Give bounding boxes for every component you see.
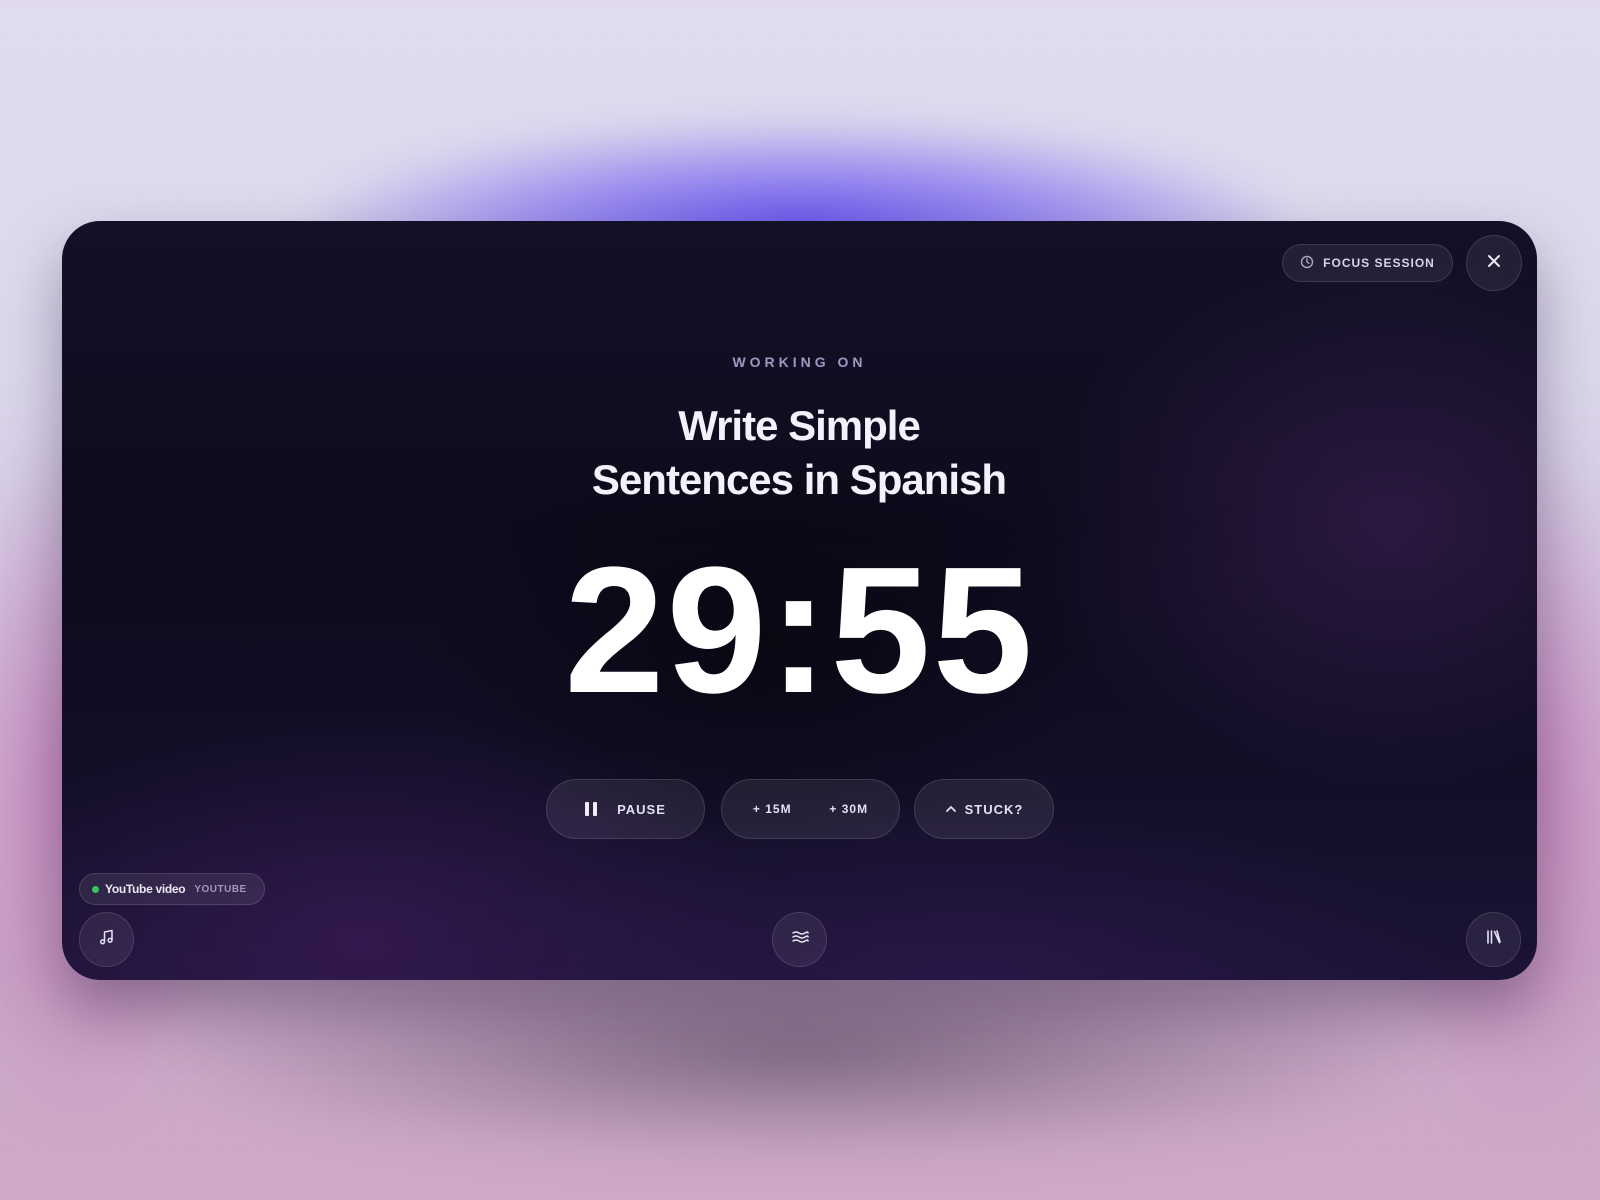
waves-icon xyxy=(791,929,809,950)
pause-label: PAUSE xyxy=(617,801,666,817)
media-source-tag: YOUTUBE xyxy=(194,883,247,895)
countdown-timer: 29:55 xyxy=(564,530,1035,731)
close-button[interactable] xyxy=(1466,235,1522,291)
add-15-minutes-button[interactable]: + 15M xyxy=(753,802,792,816)
media-source-chip[interactable]: YouTube video YOUTUBE xyxy=(79,873,265,905)
chevron-up-icon xyxy=(945,802,957,817)
task-title-line-1: Write Simple xyxy=(678,402,921,449)
working-on-label: WORKING ON xyxy=(732,354,867,370)
music-note-icon xyxy=(98,928,116,951)
playing-status-dot xyxy=(92,885,99,893)
music-button[interactable] xyxy=(79,912,134,967)
focus-session-badge[interactable]: FOCUS SESSION xyxy=(1282,244,1453,282)
stuck-button[interactable]: STUCK? xyxy=(914,779,1054,839)
library-icon xyxy=(1485,928,1503,951)
task-title-line-2: Sentences in Spanish xyxy=(591,456,1007,503)
stuck-label: STUCK? xyxy=(964,801,1024,817)
focus-session-panel: FOCUS SESSION WORKING ON Write Simple Se… xyxy=(62,221,1537,980)
add-30-minutes-button[interactable]: + 30M xyxy=(829,802,868,816)
close-icon xyxy=(1487,254,1501,273)
media-source-title: YouTube video xyxy=(105,882,186,896)
task-title: Write Simple Sentences in Spanish xyxy=(399,399,1199,507)
pause-button[interactable]: PAUSE xyxy=(546,779,705,839)
library-button[interactable] xyxy=(1466,912,1521,967)
clock-icon xyxy=(1300,255,1314,272)
pause-icon xyxy=(585,802,598,816)
add-time-group: + 15M + 30M xyxy=(721,779,900,839)
focus-session-label: FOCUS SESSION xyxy=(1323,256,1435,270)
ambient-sound-button[interactable] xyxy=(772,912,827,967)
